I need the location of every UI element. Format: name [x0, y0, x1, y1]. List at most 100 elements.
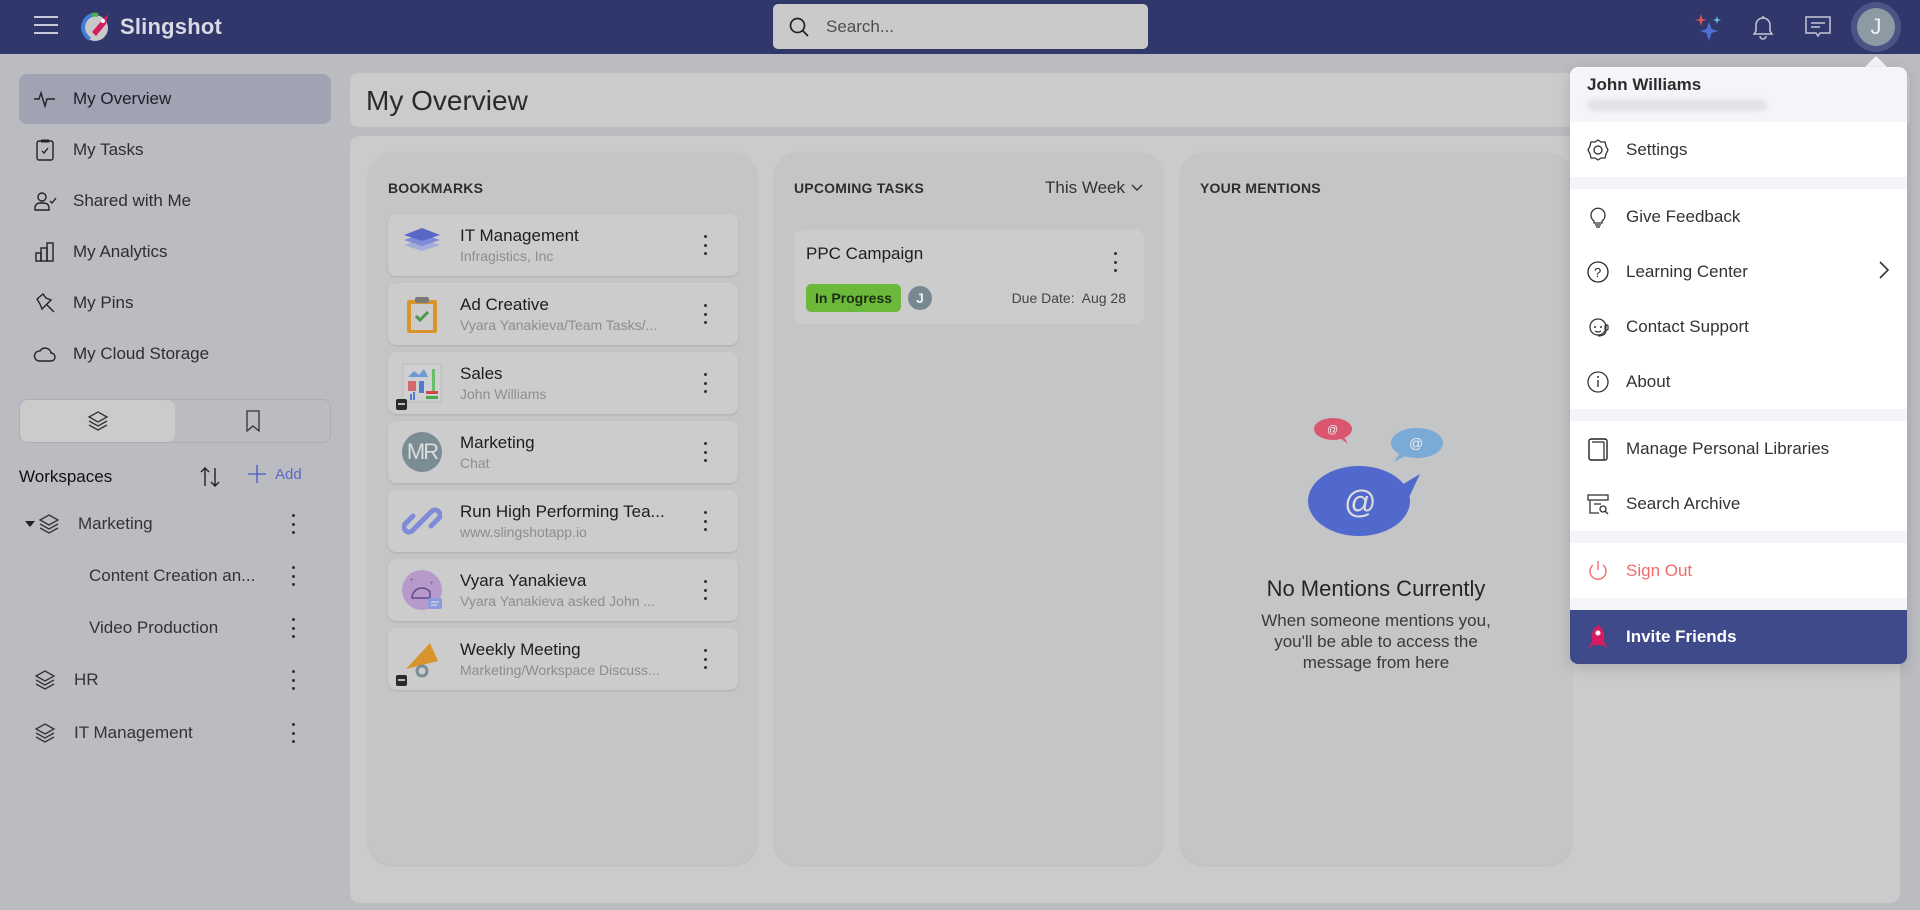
- more-options-button[interactable]: [702, 235, 708, 255]
- svg-text:?: ?: [1594, 265, 1601, 280]
- search-box[interactable]: [773, 4, 1148, 49]
- rocket-icon: [1588, 625, 1608, 648]
- gear-icon: [1587, 138, 1609, 161]
- menu-item-manage-personal-libraries[interactable]: Manage Personal Libraries: [1570, 421, 1907, 476]
- ai-sparkle-button[interactable]: [1690, 8, 1728, 46]
- mentions-column: YOUR MENTIONS @ @ @ No Mentions Currentl…: [1180, 152, 1572, 865]
- more-options-button[interactable]: [290, 514, 296, 534]
- messages-button[interactable]: [1799, 8, 1837, 46]
- bookmark-item[interactable]: Weekly Meeting Marketing/Workspace Discu…: [388, 628, 738, 690]
- bookmark-item[interactable]: + + Vyara Yanakieva Vyara Yanakieva asked…: [388, 559, 738, 621]
- bookmarks-tab[interactable]: [175, 400, 330, 442]
- avatar: J: [1857, 8, 1895, 46]
- menu-item-give-feedback[interactable]: Give Feedback: [1570, 189, 1907, 244]
- sidebar: My Overview My Tasks Shared with Me My A…: [0, 54, 350, 910]
- headset-icon: [1589, 317, 1609, 337]
- task-card[interactable]: PPC Campaign In Progress J Due Date: Aug…: [794, 230, 1144, 324]
- menu-item-settings[interactable]: Settings: [1570, 122, 1907, 177]
- bookmark-item[interactable]: IT Management Infragistics, Inc: [388, 214, 738, 276]
- book-icon: [1588, 437, 1608, 461]
- more-options-button[interactable]: [702, 511, 708, 531]
- workspace-item-content-creation[interactable]: Content Creation an...: [19, 556, 331, 596]
- bookmarks-title: BOOKMARKS: [388, 180, 484, 196]
- bookmark-name: Marketing: [460, 433, 535, 452]
- mentions-title: YOUR MENTIONS: [1200, 180, 1321, 196]
- search-input[interactable]: [826, 16, 1126, 37]
- more-options-button[interactable]: [702, 304, 708, 324]
- more-options-button[interactable]: [702, 442, 708, 462]
- menu-item-search-archive[interactable]: Search Archive: [1570, 476, 1907, 531]
- bookmark-item[interactable]: MR Marketing Chat: [388, 421, 738, 483]
- more-options-button[interactable]: [1112, 252, 1118, 272]
- task-period-dropdown[interactable]: This Week: [1045, 178, 1143, 198]
- sidebar-item-my-overview[interactable]: My Overview: [19, 74, 331, 124]
- workspace-item-marketing[interactable]: Marketing: [19, 504, 331, 544]
- workspace-layers-icon: [404, 228, 440, 251]
- menu-item-label: Settings: [1626, 139, 1688, 159]
- more-options-button[interactable]: [290, 618, 296, 638]
- sidebar-item-my-cloud-storage[interactable]: My Cloud Storage: [19, 329, 331, 379]
- hamburger-menu-button[interactable]: [34, 16, 58, 36]
- menu-group-libraries: Manage Personal Libraries Search Archive: [1570, 421, 1907, 531]
- upcoming-tasks-title: UPCOMING TASKS: [794, 180, 925, 196]
- bookmark-subtitle: Infragistics, Inc: [460, 248, 554, 264]
- more-options-button[interactable]: [290, 723, 296, 743]
- workspaces-header: Workspaces Add: [19, 460, 331, 494]
- sidebar-item-shared-with-me[interactable]: Shared with Me: [19, 176, 331, 226]
- chat-icon: [1805, 16, 1831, 38]
- menu-item-contact-support[interactable]: Contact Support: [1570, 299, 1907, 354]
- svg-text:+: +: [430, 581, 434, 587]
- bell-icon: [1752, 16, 1774, 40]
- notifications-button[interactable]: [1744, 8, 1782, 46]
- bookmark-subtitle: Vyara Yanakieva asked John ...: [460, 593, 656, 609]
- more-options-button[interactable]: [290, 670, 296, 690]
- user-email-redacted: [1587, 99, 1767, 111]
- workspace-label: HR: [74, 670, 99, 689]
- menu-item-label: Give Feedback: [1626, 206, 1741, 226]
- assignee-avatar: J: [908, 286, 932, 310]
- sidebar-item-my-analytics[interactable]: My Analytics: [19, 227, 331, 277]
- chat-avatar: MR: [402, 432, 442, 472]
- sidebar-item-my-tasks[interactable]: My Tasks: [19, 125, 331, 175]
- workspace-item-video-production[interactable]: Video Production: [19, 608, 331, 648]
- workspaces-tab[interactable]: [20, 400, 175, 442]
- caret-down-icon[interactable]: [25, 521, 35, 527]
- app-name: Slingshot: [120, 14, 223, 39]
- invite-friends-button[interactable]: Invite Friends: [1570, 610, 1907, 664]
- menu-item-learning-center[interactable]: ? Learning Center: [1570, 244, 1907, 299]
- bookmark-item[interactable]: Run High Performing Tea... www.slingshot…: [388, 490, 738, 552]
- activity-icon: [34, 90, 55, 109]
- menu-item-sign-out[interactable]: Sign Out: [1570, 543, 1907, 598]
- more-options-button[interactable]: [290, 566, 296, 586]
- megaphone-icon: [406, 643, 438, 678]
- menu-item-about[interactable]: About: [1570, 354, 1907, 409]
- user-avatar-button[interactable]: J: [1851, 2, 1901, 52]
- workspace-label: Video Production: [89, 618, 219, 637]
- bookmarks-column: BOOKMARKS IT Management Infragistics, In…: [368, 152, 757, 865]
- lightbulb-icon: [1590, 207, 1606, 228]
- more-options-button[interactable]: [702, 373, 708, 393]
- bookmark-subtitle: Marketing/Workspace Discuss...: [460, 662, 660, 678]
- top-bar: Slingshot J: [0, 0, 1920, 54]
- bookmark-item[interactable]: Ad Creative Vyara Yanakieva/Team Tasks/.…: [388, 283, 738, 345]
- menu-item-label: About: [1626, 371, 1671, 391]
- sort-workspaces-button[interactable]: [197, 464, 223, 495]
- add-workspace-button[interactable]: Add: [247, 464, 302, 484]
- info-icon: [1587, 370, 1609, 393]
- workspace-item-hr[interactable]: HR: [19, 660, 331, 700]
- more-options-button[interactable]: [702, 580, 708, 600]
- sidebar-item-my-pins[interactable]: My Pins: [19, 278, 331, 328]
- more-options-button[interactable]: [702, 649, 708, 669]
- layers-icon: [34, 670, 56, 690]
- menu-group-settings: Settings: [1570, 122, 1907, 177]
- bookmark-item[interactable]: Sales John Williams: [388, 352, 738, 414]
- menu-item-label: Sign Out: [1626, 560, 1693, 580]
- sidebar-item-label: My Pins: [73, 293, 134, 312]
- app-logo[interactable]: Slingshot: [78, 10, 222, 44]
- svg-text:@: @: [1344, 484, 1376, 520]
- chevron-right-icon: [1879, 261, 1889, 279]
- menu-item-label: Search Archive: [1626, 493, 1741, 513]
- add-label: Add: [275, 465, 302, 483]
- slingshot-logo-icon: [81, 12, 108, 41]
- workspace-item-it-management[interactable]: IT Management: [19, 713, 331, 753]
